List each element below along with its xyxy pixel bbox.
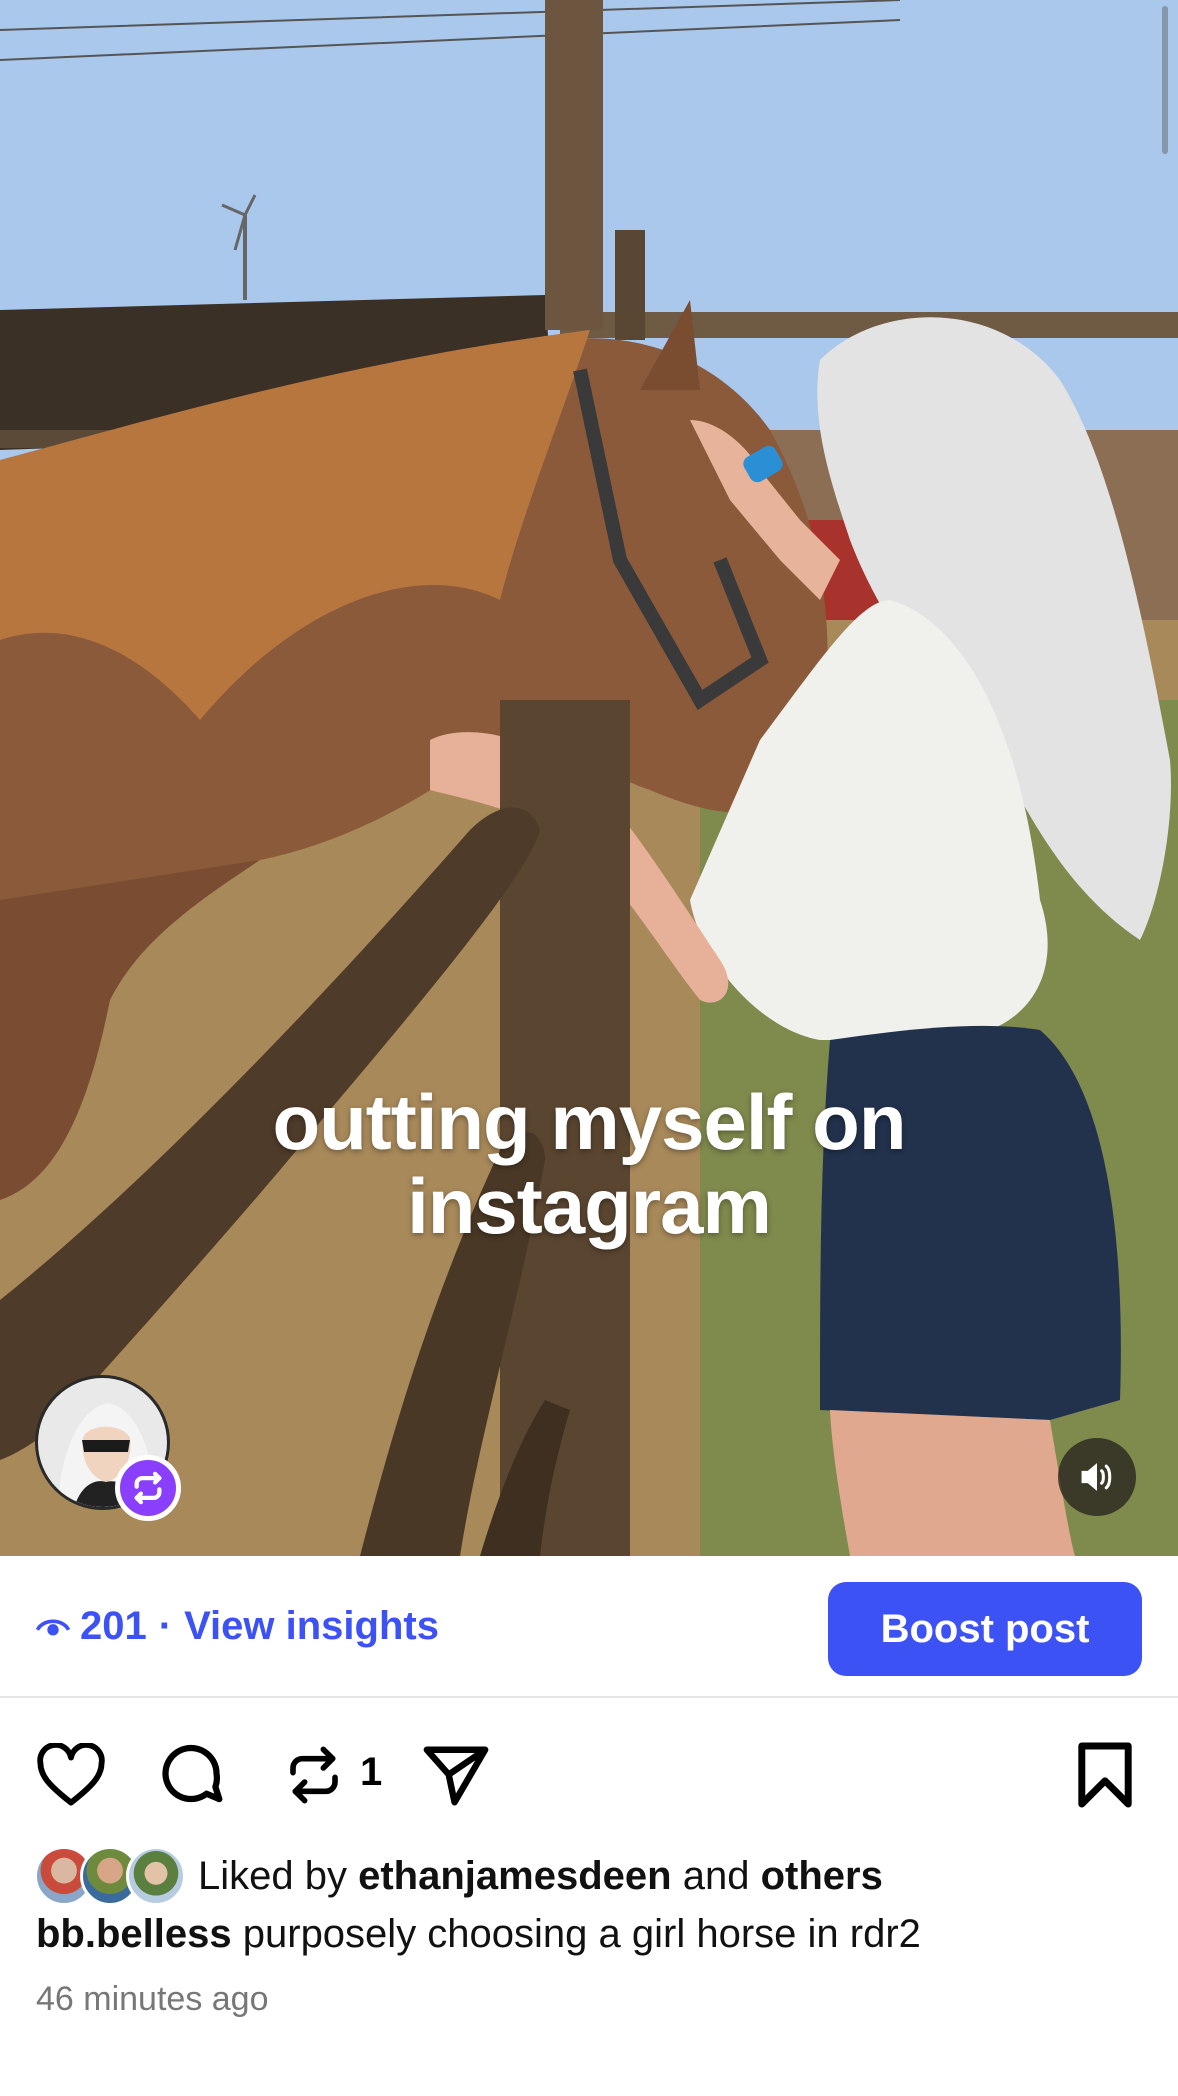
sound-toggle-button[interactable] xyxy=(1058,1438,1136,1516)
boost-post-button[interactable]: Boost post xyxy=(828,1582,1142,1676)
post-caption: bb.belless purposely choosing a girl hor… xyxy=(36,1912,921,1957)
send-icon xyxy=(423,1746,489,1806)
insights-bar: 201 · View insights Boost post xyxy=(0,1556,1178,1698)
insights-label: View insights xyxy=(184,1604,439,1648)
eye-icon xyxy=(36,1619,70,1635)
post-timestamp: 46 minutes ago xyxy=(36,1980,269,2018)
comment-button[interactable] xyxy=(156,1740,226,1810)
share-button[interactable] xyxy=(420,1740,492,1812)
liker-avatars xyxy=(34,1846,190,1906)
repost-icon xyxy=(290,1746,338,1804)
heart-icon xyxy=(37,1743,105,1806)
post-actions: 1 xyxy=(0,1700,1178,1840)
overlay-caption: outting myself on instagram xyxy=(272,1078,907,1250)
view-count: 201 xyxy=(80,1604,147,1648)
post-media[interactable]: outting myself on instagram xyxy=(0,0,1178,1556)
liked-by-others[interactable]: others xyxy=(761,1854,883,1898)
avatar xyxy=(126,1846,186,1906)
liked-by-text: Liked by ethanjamesdeen and others xyxy=(198,1854,883,1899)
author-avatar[interactable] xyxy=(35,1375,181,1521)
comment-bubble-icon xyxy=(162,1744,223,1803)
repost-count: 1 xyxy=(360,1750,383,1794)
bookmark-icon xyxy=(1078,1742,1132,1808)
view-insights-link[interactable]: 201 · View insights xyxy=(36,1604,439,1649)
liked-by-row[interactable]: Liked by ethanjamesdeen and others xyxy=(34,1846,883,1906)
scrollbar[interactable] xyxy=(1162,6,1168,154)
save-button[interactable] xyxy=(1072,1738,1138,1812)
like-button[interactable] xyxy=(34,1740,108,1810)
liked-by-user[interactable]: ethanjamesdeen xyxy=(358,1854,671,1898)
repost-button[interactable] xyxy=(284,1738,344,1812)
liked-by-prefix: Liked by xyxy=(198,1853,347,1898)
author-username[interactable]: bb.belless xyxy=(36,1912,232,1956)
repost-badge-icon xyxy=(115,1455,181,1521)
caption-text: purposely choosing a girl horse in rdr2 xyxy=(242,1912,921,1956)
liked-by-and: and xyxy=(682,1853,750,1898)
speaker-icon xyxy=(1081,1463,1112,1491)
post-photo xyxy=(0,0,1178,1556)
separator: · xyxy=(158,1604,173,1648)
